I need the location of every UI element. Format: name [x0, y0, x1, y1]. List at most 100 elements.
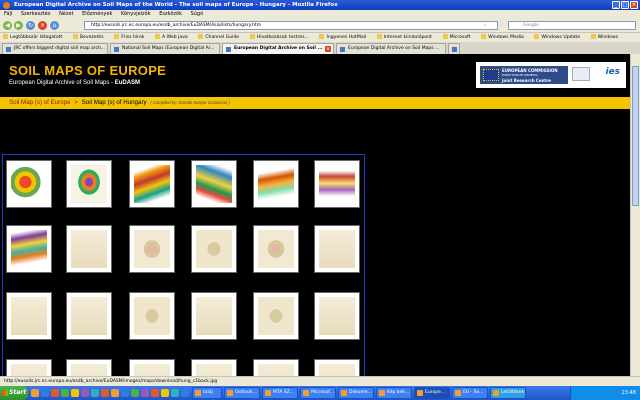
menu-file[interactable]: Fájl — [4, 10, 12, 19]
map-thumbnail[interactable] — [6, 225, 52, 273]
taskbar-downloads[interactable]: Letöltések — [490, 387, 526, 399]
jrc-logo-banner[interactable]: EUROPEAN COMMISSION DIRECTORATE-GENERAL … — [476, 62, 626, 88]
menu-tools[interactable]: Eszközök — [159, 10, 182, 19]
search-placeholder: Google — [523, 23, 539, 28]
menu-help[interactable]: Súgó — [191, 10, 204, 19]
map-thumbnail[interactable] — [6, 160, 52, 208]
taskbar-item[interactable]: Outlook... — [224, 387, 260, 399]
start-button[interactable]: Start — [0, 386, 28, 400]
page-content: SOIL MAPS OF EUROPE European Digital Arc… — [0, 54, 630, 376]
breadcrumb-note: ( Compiled by: Dorottó Kanyar Zsánóciné … — [150, 100, 230, 105]
map-thumbnail[interactable] — [314, 225, 360, 273]
window-titlebar: European Digital Archive on Soil Maps of… — [0, 0, 640, 10]
map-thumbnail[interactable] — [6, 359, 52, 376]
star-icon[interactable]: ☆ — [483, 22, 487, 30]
quicklaunch-icon[interactable] — [131, 389, 139, 397]
tab-eudasm-active[interactable]: European Digital Archive on Soil ... × — [222, 43, 334, 54]
search-input[interactable]: Google — [508, 21, 636, 30]
map-thumbnail[interactable] — [66, 292, 112, 340]
map-thumbnail[interactable] — [6, 292, 52, 340]
quicklaunch-icon[interactable] — [171, 389, 179, 397]
map-thumbnail[interactable] — [314, 359, 360, 376]
menu-view[interactable]: Nézet — [59, 10, 73, 19]
taskbar-item[interactable]: Kép bek... — [376, 387, 412, 399]
tab-label: National Soil Maps (European Digital Ar.… — [122, 46, 215, 51]
tab-eudasm-2[interactable]: European Digital Archive on Soil Maps ..… — [336, 43, 446, 54]
firefox-icon — [3, 2, 10, 9]
map-thumbnail[interactable] — [191, 292, 237, 340]
taskbar-item-label: MTA SZ... — [273, 390, 295, 395]
quicklaunch-icon[interactable] — [121, 389, 129, 397]
system-tray: 23:48 — [570, 386, 640, 400]
menu-history[interactable]: Előzmények — [82, 10, 112, 19]
status-bar: http://eusoils.jrc.ec.europa.eu/esdb_arc… — [0, 376, 640, 386]
vertical-scrollbar[interactable] — [630, 54, 640, 376]
taskbar-item-label: Letöltések — [501, 390, 525, 395]
taskbar-item-label: Europe... — [425, 390, 446, 395]
taskbar-item[interactable]: EU - So... — [452, 387, 488, 399]
taskbar-item-label: Dokume... — [349, 390, 372, 395]
map-thumbnail[interactable] — [66, 225, 112, 273]
forward-icon[interactable]: ▶ — [14, 21, 23, 30]
map-thumbnail[interactable] — [253, 160, 299, 208]
status-text: http://eusoils.jrc.ec.europa.eu/esdb_arc… — [4, 379, 218, 384]
quicklaunch-icon[interactable] — [151, 389, 159, 397]
map-thumbnail[interactable] — [191, 160, 237, 208]
map-thumbnail[interactable] — [314, 160, 360, 208]
taskbar-item[interactable]: MTA SZ... — [262, 387, 298, 399]
quicklaunch-icon[interactable] — [41, 389, 49, 397]
quicklaunch-icon[interactable] — [71, 389, 79, 397]
site-title: SOIL MAPS OF EUROPE — [9, 63, 167, 78]
close-tab-icon[interactable]: × — [325, 46, 331, 52]
quicklaunch-icon[interactable] — [101, 389, 109, 397]
map-thumbnail[interactable] — [66, 359, 112, 376]
quicklaunch-icon[interactable] — [111, 389, 119, 397]
quicklaunch-icon[interactable] — [81, 389, 89, 397]
site-subtitle-prefix: European Digital Archive of Soil Maps - — [9, 80, 115, 86]
clock[interactable]: 23:48 — [622, 390, 636, 396]
tab-national-soil-maps[interactable]: National Soil Maps (European Digital Ar.… — [110, 43, 220, 54]
menu-bookmarks[interactable]: Könyvjelzők — [121, 10, 151, 19]
site-subtitle-brand: EuDASM — [114, 80, 141, 86]
map-thumbnail[interactable] — [129, 292, 175, 340]
map-thumbnail[interactable] — [253, 359, 299, 376]
url-input[interactable]: http://eusoils.jrc.ec.europa.eu/esdb_arc… — [84, 21, 498, 30]
quicklaunch-icon[interactable] — [161, 389, 169, 397]
taskbar-item[interactable]: taláj — [192, 387, 222, 399]
esb-logo-icon — [572, 67, 590, 81]
minimize-button[interactable]: _ — [612, 1, 620, 9]
home-icon[interactable]: ⌂ — [50, 21, 59, 30]
taskbar-item-active[interactable]: Europe... — [414, 387, 450, 399]
breadcrumb-root-link[interactable]: Soil Map (s) of Europe — [9, 99, 71, 106]
start-label: Start — [9, 389, 27, 396]
tab-jrc[interactable]: JRC offers biggest digital soil map arch… — [2, 43, 108, 54]
map-thumbnail[interactable] — [191, 359, 237, 376]
quicklaunch-icon[interactable] — [31, 389, 39, 397]
map-thumbnail[interactable] — [129, 225, 175, 273]
stop-icon[interactable]: × — [38, 21, 47, 30]
map-thumbnail[interactable] — [191, 225, 237, 273]
taskbar-item[interactable]: Dokume... — [338, 387, 374, 399]
tab-label: JRC offers biggest digital soil map arch… — [14, 46, 106, 51]
taskbar-item-label: Outlook... — [235, 390, 257, 395]
menu-edit[interactable]: Szerkesztés — [21, 10, 51, 19]
scrollbar-thumb[interactable] — [632, 66, 639, 206]
quicklaunch-icon[interactable] — [61, 389, 69, 397]
quicklaunch-icon[interactable] — [141, 389, 149, 397]
new-tab-button[interactable]: + — [448, 43, 460, 54]
window-title: European Digital Archive on Soil Maps of… — [14, 2, 338, 8]
map-thumbnail[interactable] — [129, 359, 175, 376]
quicklaunch-icon[interactable] — [91, 389, 99, 397]
maximize-button[interactable]: □ — [621, 1, 629, 9]
quicklaunch-icon[interactable] — [181, 389, 189, 397]
quicklaunch-icon[interactable] — [51, 389, 59, 397]
close-button[interactable]: × — [630, 1, 638, 9]
map-thumbnail[interactable] — [66, 160, 112, 208]
taskbar-item[interactable]: Microsof... — [300, 387, 336, 399]
map-thumbnail[interactable] — [253, 292, 299, 340]
map-thumbnail[interactable] — [253, 225, 299, 273]
reload-icon[interactable]: ↻ — [26, 21, 35, 30]
back-icon[interactable]: ◀ — [3, 21, 12, 30]
map-thumbnail[interactable] — [314, 292, 360, 340]
map-thumbnail[interactable] — [129, 160, 175, 208]
